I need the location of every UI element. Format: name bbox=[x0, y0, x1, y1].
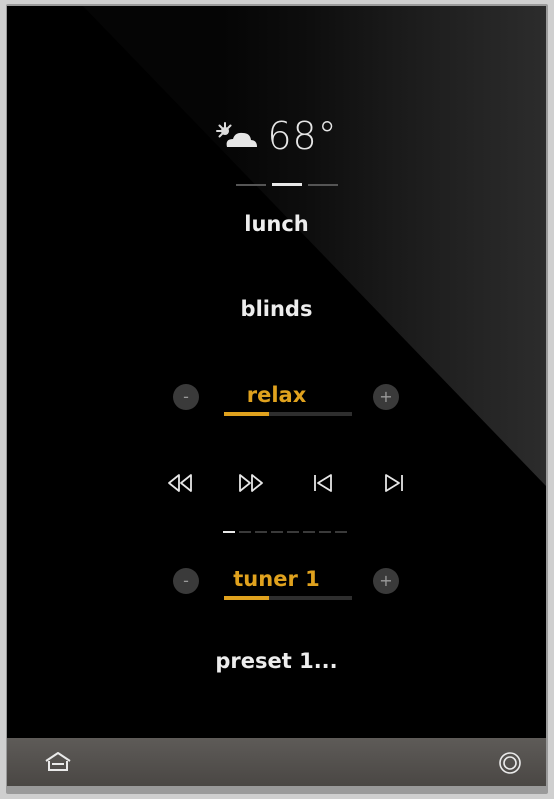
media-page-indicator[interactable] bbox=[223, 531, 347, 533]
media-page-dot[interactable] bbox=[319, 531, 331, 533]
media-page-dot-active[interactable] bbox=[223, 531, 235, 533]
skip-next-button[interactable] bbox=[381, 471, 407, 495]
transport-controls bbox=[167, 471, 407, 495]
preset-label[interactable]: preset 1... bbox=[7, 649, 546, 673]
scene-lunch[interactable]: lunch bbox=[7, 212, 546, 236]
lighting-level-fill bbox=[224, 412, 269, 416]
fast-forward-button[interactable] bbox=[238, 471, 264, 495]
lighting-plus-button[interactable]: + bbox=[373, 384, 399, 410]
source-level-bar[interactable] bbox=[224, 596, 352, 600]
partly-cloudy-icon bbox=[216, 122, 258, 147]
media-page-dot[interactable] bbox=[287, 531, 299, 533]
media-page-dot[interactable] bbox=[303, 531, 315, 533]
page-indicator[interactable] bbox=[236, 183, 338, 186]
media-page-dot[interactable] bbox=[255, 531, 267, 533]
screen: 68° lunch blinds - relax + - tuner 1 + p… bbox=[7, 6, 546, 738]
media-page-dot[interactable] bbox=[335, 531, 347, 533]
home-button[interactable] bbox=[43, 750, 73, 774]
temperature: 68° bbox=[267, 114, 338, 158]
fast-forward-icon bbox=[239, 474, 264, 492]
power-button[interactable] bbox=[497, 750, 523, 776]
skip-previous-icon bbox=[313, 474, 332, 492]
weather-widget[interactable]: 68° bbox=[7, 114, 546, 158]
skip-next-icon bbox=[385, 474, 403, 492]
source-plus-button[interactable]: + bbox=[373, 568, 399, 594]
source-title[interactable]: tuner 1 bbox=[7, 567, 546, 591]
scene-blinds[interactable]: blinds bbox=[7, 297, 546, 321]
lighting-title[interactable]: relax bbox=[7, 383, 546, 407]
power-icon bbox=[499, 752, 521, 774]
skip-previous-button[interactable] bbox=[310, 471, 336, 495]
rewind-button[interactable] bbox=[167, 471, 193, 495]
page-dot[interactable] bbox=[236, 184, 266, 186]
media-page-dot[interactable] bbox=[271, 531, 283, 533]
page-dot-active[interactable] bbox=[272, 183, 302, 186]
source-level-fill bbox=[224, 596, 269, 600]
media-page-dot[interactable] bbox=[239, 531, 251, 533]
bottom-bar bbox=[7, 738, 546, 786]
rewind-icon bbox=[168, 474, 192, 492]
lighting-level-bar[interactable] bbox=[224, 412, 352, 416]
home-icon bbox=[45, 752, 71, 771]
page-dot[interactable] bbox=[308, 184, 338, 186]
